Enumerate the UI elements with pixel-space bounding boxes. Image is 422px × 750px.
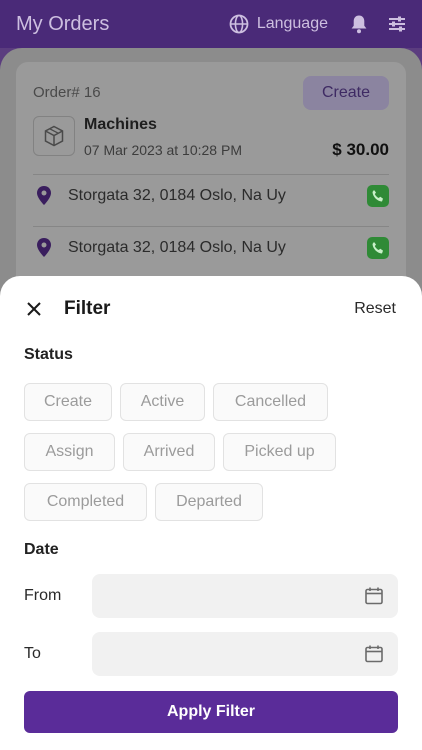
- package-icon: [44, 125, 64, 147]
- call-dropoff-button[interactable]: [367, 237, 389, 259]
- calendar-icon: [365, 587, 383, 605]
- filter-sheet: Filter Reset Status Create Active Cancel…: [0, 276, 422, 750]
- dropoff-address: Storgata 32, 0184 Oslo, Na Uy: [68, 239, 286, 256]
- reset-button[interactable]: Reset: [354, 300, 396, 318]
- close-button[interactable]: [24, 299, 44, 319]
- status-chips: Create Active Cancelled Assign Arrived P…: [24, 383, 404, 533]
- chip-create[interactable]: Create: [24, 383, 112, 421]
- order-card[interactable]: Order# 16 Create Machines 07 Mar 2023 at…: [16, 62, 406, 292]
- phone-icon: [372, 190, 383, 202]
- language-button[interactable]: Language: [229, 14, 328, 34]
- package-icon-box: [33, 116, 75, 156]
- chip-cancelled[interactable]: Cancelled: [213, 383, 328, 421]
- chip-arrived[interactable]: Arrived: [123, 433, 215, 471]
- to-label: To: [24, 645, 41, 662]
- filter-toggle-button[interactable]: [388, 15, 406, 33]
- filter-title: Filter: [64, 298, 111, 319]
- phone-icon: [372, 242, 383, 254]
- divider: [33, 226, 389, 227]
- divider: [33, 174, 389, 175]
- from-date-field[interactable]: [92, 574, 398, 618]
- page-title: My Orders: [16, 12, 110, 35]
- dropoff-address-row: Storgata 32, 0184 Oslo, Na Uy: [33, 235, 389, 261]
- globe-icon: [229, 14, 249, 34]
- chip-departed[interactable]: Departed: [155, 483, 263, 521]
- bell-icon: [351, 15, 367, 34]
- notification-button[interactable]: [350, 14, 368, 34]
- order-id: Order# 16: [33, 84, 101, 101]
- pickup-pin-icon: [33, 185, 55, 207]
- order-datetime: 07 Mar 2023 at 10:28 PM: [84, 142, 242, 158]
- filter-header: Filter Reset: [24, 298, 396, 320]
- dropoff-pin-icon: [33, 237, 55, 259]
- pickup-address: Storgata 32, 0184 Oslo, Na Uy: [68, 187, 286, 204]
- close-icon: [27, 302, 41, 316]
- to-date-row: To: [24, 632, 398, 676]
- chip-row: Create Active Cancelled: [24, 383, 404, 421]
- language-label: Language: [256, 15, 328, 32]
- from-date-row: From: [24, 574, 398, 618]
- chip-completed[interactable]: Completed: [24, 483, 147, 521]
- to-date-field[interactable]: [92, 632, 398, 676]
- from-label: From: [24, 587, 62, 604]
- order-name: Machines: [84, 116, 157, 133]
- status-badge: Create: [303, 76, 389, 110]
- order-price: $ 30.00: [332, 140, 389, 159]
- chip-row: Assign Arrived Picked up: [24, 433, 404, 471]
- tune-icon: [389, 16, 405, 32]
- date-section-label: Date: [24, 541, 59, 558]
- pickup-address-row: Storgata 32, 0184 Oslo, Na Uy: [33, 183, 389, 209]
- chip-active[interactable]: Active: [120, 383, 205, 421]
- status-section-label: Status: [24, 346, 73, 363]
- apply-filter-button[interactable]: Apply Filter: [24, 691, 398, 733]
- call-pickup-button[interactable]: [367, 185, 389, 207]
- chip-assign[interactable]: Assign: [24, 433, 115, 471]
- app-bar: My Orders Language: [0, 0, 422, 48]
- calendar-icon: [365, 645, 383, 663]
- chip-row: Completed Departed: [24, 483, 404, 521]
- chip-picked-up[interactable]: Picked up: [223, 433, 336, 471]
